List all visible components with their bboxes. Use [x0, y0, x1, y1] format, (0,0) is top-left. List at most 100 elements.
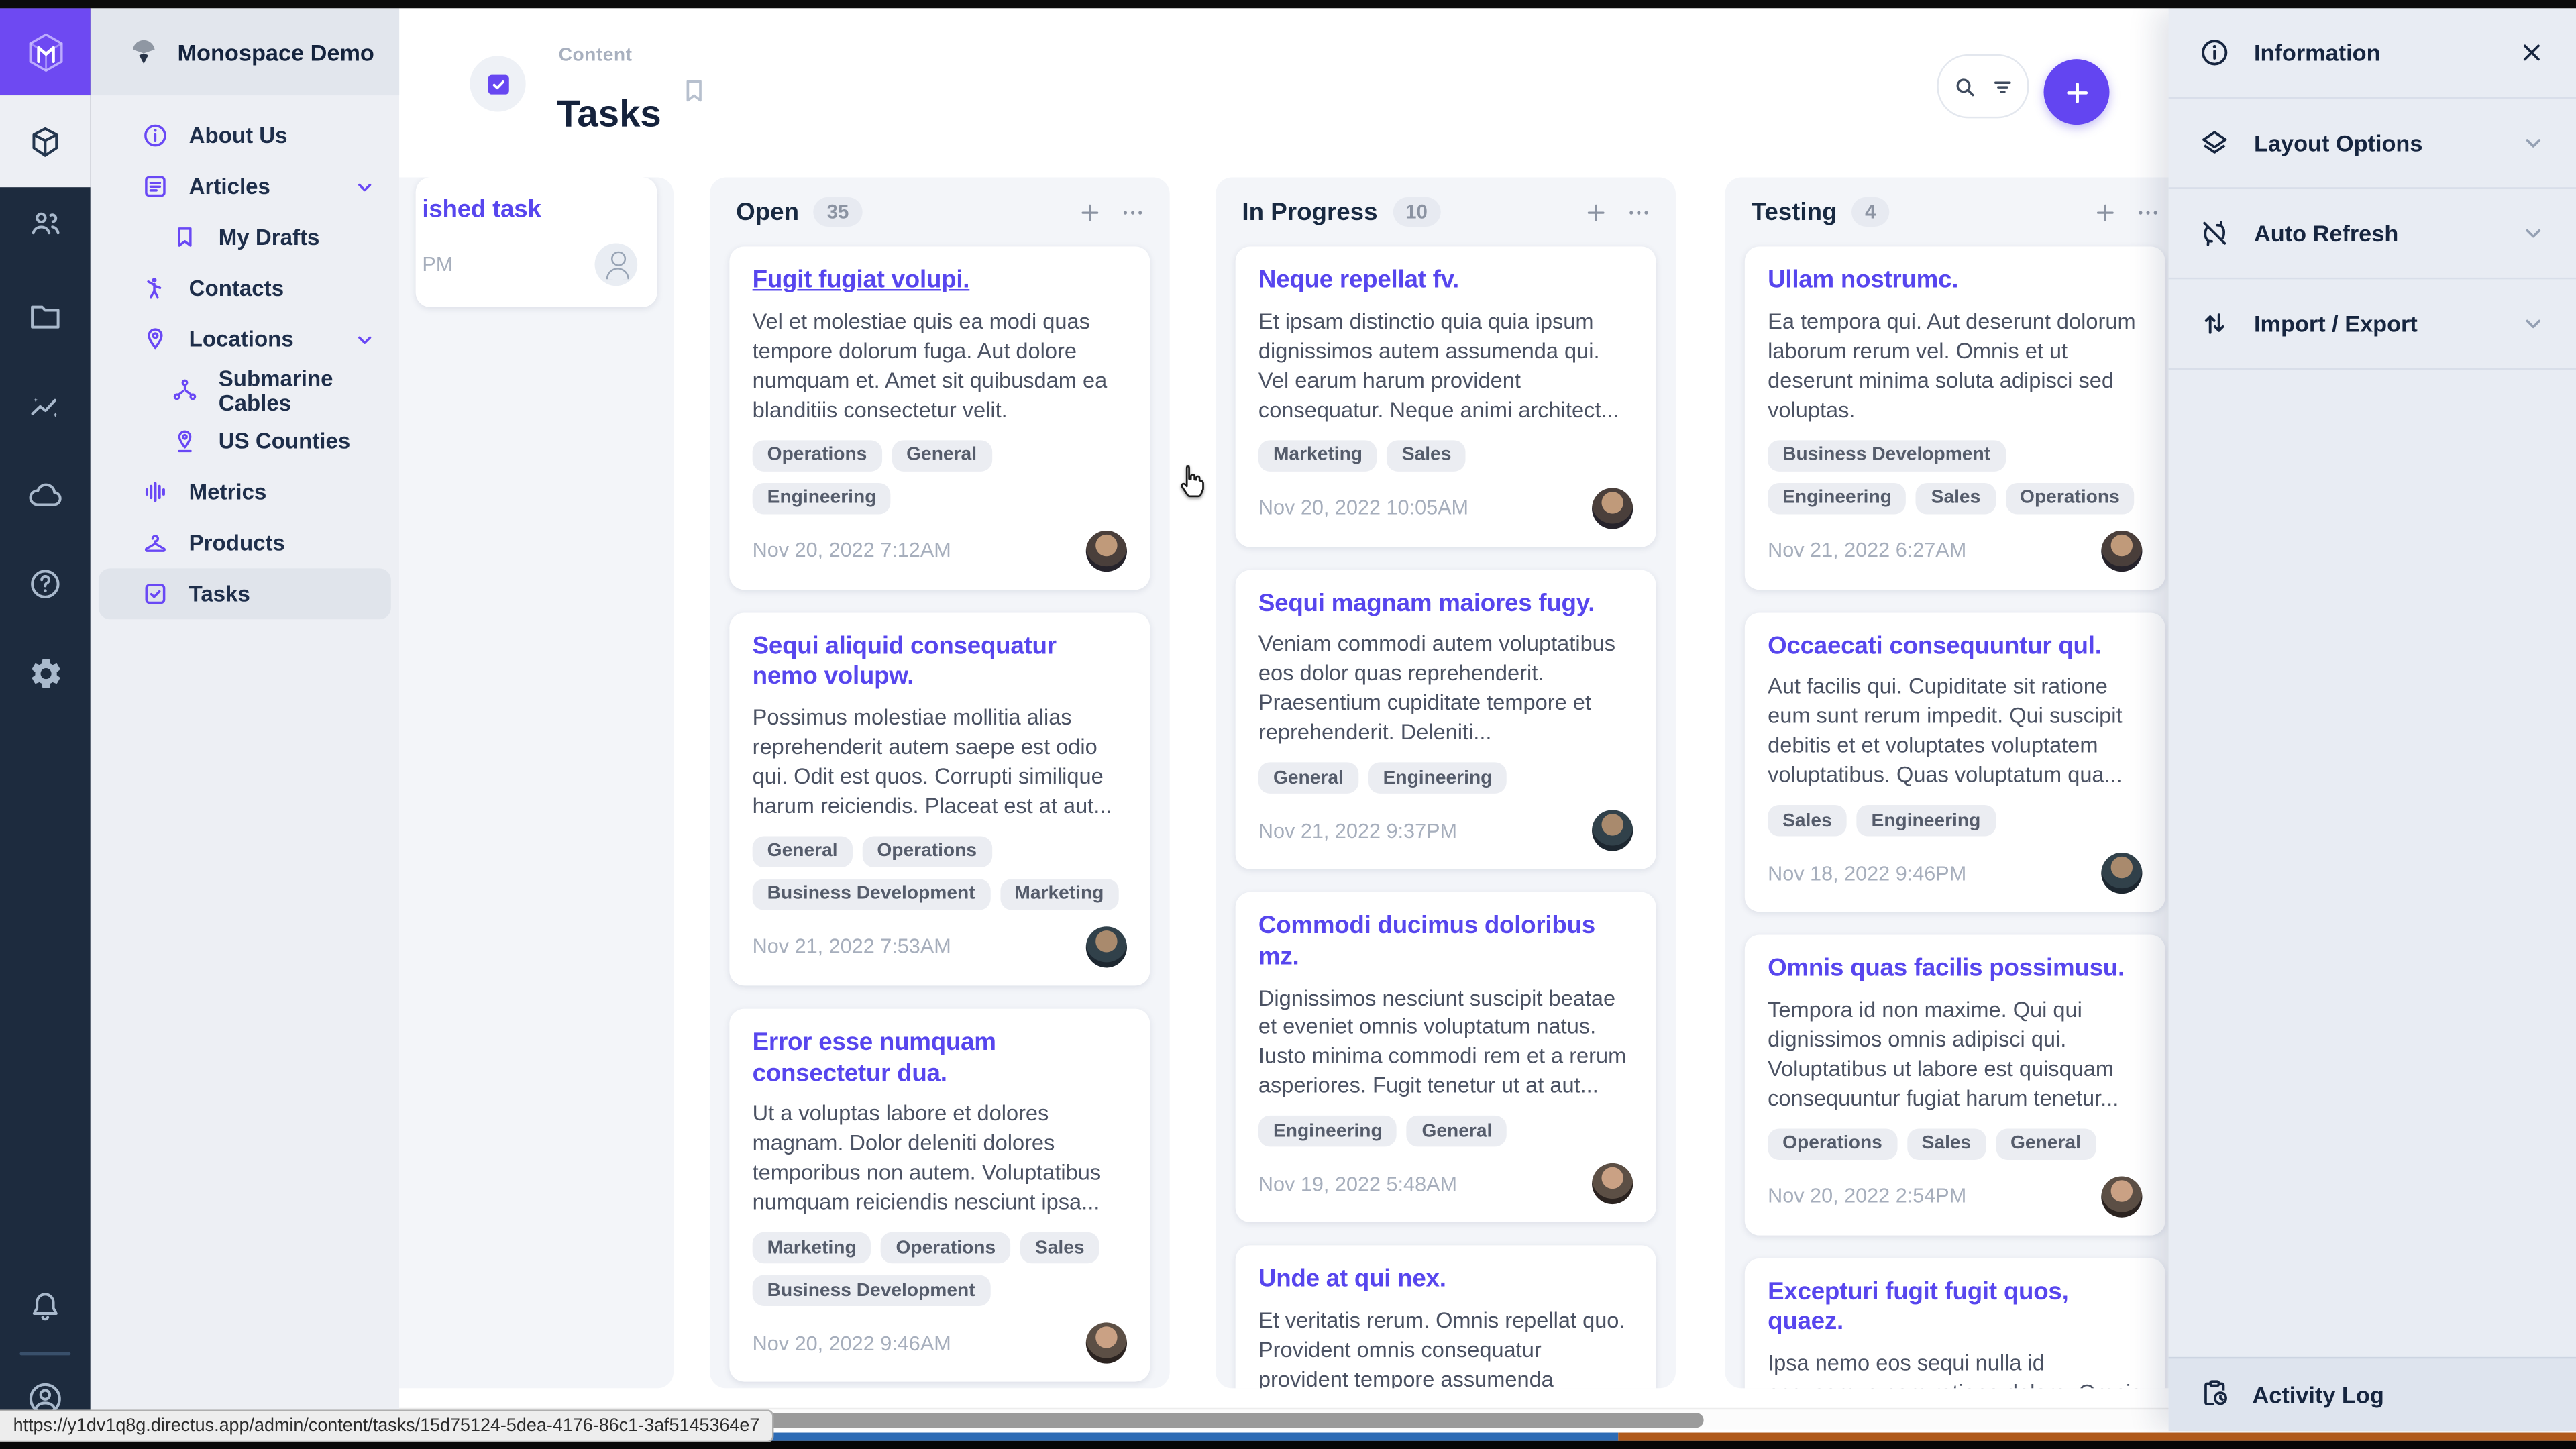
- chevron-down-icon[interactable]: [354, 176, 376, 204]
- task-card[interactable]: Neque repellat fv. Et ipsam distinctio q…: [1236, 246, 1656, 546]
- panel-section-auto-refresh[interactable]: Auto Refresh: [2169, 189, 2576, 280]
- filter-icon[interactable]: [1988, 73, 2015, 99]
- task-card[interactable]: Unde at qui nex. Et veritatis rerum. Omn…: [1236, 1246, 1656, 1388]
- assignee-avatar[interactable]: [2101, 530, 2142, 571]
- search-icon[interactable]: [1951, 73, 1977, 99]
- sidebar-item-contacts[interactable]: Contacts: [91, 263, 399, 314]
- add-card-button[interactable]: [2092, 198, 2120, 226]
- tag-pill: Sales: [1917, 482, 1996, 514]
- bookmark-page-icon[interactable]: [678, 76, 710, 115]
- progress-remaining: [1618, 1433, 2576, 1441]
- sidebar-item-my-drafts[interactable]: My Drafts: [91, 212, 399, 263]
- task-card[interactable]: Sequi magnam maiores fugy. Veniam commod…: [1236, 570, 1656, 869]
- assignee-avatar[interactable]: [2101, 1175, 2142, 1216]
- assignee-avatar[interactable]: [1086, 530, 1127, 571]
- module-insights[interactable]: [0, 378, 91, 433]
- project-name: Monospace Demo: [177, 39, 374, 65]
- sidebar-item-submarine-cables[interactable]: Submarine Cables: [91, 365, 399, 416]
- assignee-avatar[interactable]: [2101, 853, 2142, 894]
- task-card[interactable]: Sequi aliquid consequatur nemo volupw. P…: [729, 612, 1150, 985]
- task-card[interactable]: ished task PM: [416, 177, 657, 307]
- column-menu-button[interactable]: [1625, 198, 1653, 226]
- sidebar-item-locations[interactable]: Locations: [91, 314, 399, 365]
- task-title-link[interactable]: Ullam nostrumc.: [1768, 266, 2142, 297]
- task-description: Possimus molestiae mollitia alias repreh…: [753, 703, 1127, 821]
- task-title-link[interactable]: Sequi magnam maiores fugy.: [1258, 589, 1633, 620]
- task-title-link[interactable]: Sequi aliquid consequatur nemo volupw.: [753, 632, 1127, 694]
- project-header[interactable]: Monospace Demo: [91, 8, 399, 95]
- task-card[interactable]: Omnis quas facilis possimusu. Tempora id…: [1745, 934, 2165, 1234]
- breadcrumb[interactable]: Content: [559, 46, 633, 66]
- module-users[interactable]: [0, 195, 91, 251]
- task-card[interactable]: Excepturi fugit fugit quos, quaez. Ipsa …: [1745, 1258, 2165, 1389]
- sidebar-item-about-us[interactable]: About Us: [91, 110, 399, 161]
- add-card-button[interactable]: [1076, 198, 1104, 226]
- add-task-button[interactable]: [2044, 59, 2110, 125]
- assignee-avatar[interactable]: [1592, 810, 1633, 851]
- module-help[interactable]: [0, 555, 91, 611]
- task-title-link[interactable]: Error esse numquam consectetur dua.: [753, 1028, 1127, 1089]
- task-date: Nov 18, 2022 9:46PM: [1768, 861, 1966, 884]
- module-settings[interactable]: [0, 645, 91, 701]
- chevron-down-icon[interactable]: [2520, 311, 2546, 337]
- sidebar-item-products[interactable]: Products: [91, 517, 399, 568]
- task-title-link[interactable]: Excepturi fugit fugit quos, quaez.: [1768, 1277, 2142, 1339]
- close-icon: [2517, 38, 2546, 67]
- chevron-down-icon[interactable]: [354, 329, 376, 357]
- chevron-down-icon[interactable]: [2520, 220, 2546, 246]
- kanban-column: ished task PM: [399, 177, 674, 1388]
- task-title-link[interactable]: Fugit fugiat volupi.: [753, 266, 1127, 297]
- search-filter-pill[interactable]: [1937, 54, 2029, 119]
- hanger-icon: [142, 529, 170, 557]
- rail-divider: [19, 1352, 70, 1356]
- panel-section-import-export[interactable]: Import / Export: [2169, 279, 2576, 370]
- collection-icon-button[interactable]: [470, 56, 525, 111]
- tag-pill: General: [753, 836, 853, 867]
- task-card[interactable]: Fugit fugiat volupi. Vel et molestiae qu…: [729, 246, 1150, 589]
- task-card[interactable]: Occaecati consequuntur qul. Aut facilis …: [1745, 612, 2165, 912]
- task-title-link[interactable]: Omnis quas facilis possimusu.: [1768, 955, 2142, 985]
- task-card[interactable]: Error esse numquam consectetur dua. Ut a…: [729, 1008, 1150, 1382]
- task-title-link[interactable]: Occaecati consequuntur qul.: [1768, 632, 2142, 663]
- panel-section-layout-options[interactable]: Layout Options: [2169, 99, 2576, 189]
- chevron-down-icon[interactable]: [2520, 129, 2546, 156]
- activity-log-button[interactable]: Activity Log: [2169, 1357, 2576, 1431]
- task-title-link[interactable]: Neque repellat fv.: [1258, 266, 1633, 297]
- task-title-link[interactable]: Unde at qui nex.: [1258, 1265, 1633, 1296]
- page-title: Tasks: [557, 93, 661, 137]
- sidebar-item-tasks[interactable]: Tasks: [99, 568, 391, 619]
- task-footer: Nov 21, 2022 6:27AM: [1768, 530, 2142, 571]
- task-card[interactable]: Commodi ducimus doloribus mz. Dignissimo…: [1236, 892, 1656, 1223]
- module-content-active[interactable]: [0, 95, 91, 187]
- sidebar-item-us-counties[interactable]: US Counties: [91, 416, 399, 467]
- add-card-button[interactable]: [1582, 198, 1610, 226]
- column-title: Open: [736, 198, 799, 226]
- tag-pill: Business Development: [753, 879, 990, 910]
- panel-section-label: Layout Options: [2254, 129, 2422, 156]
- notifications-bell[interactable]: [0, 1278, 91, 1334]
- column-menu-button[interactable]: [2134, 198, 2162, 226]
- task-footer: Nov 21, 2022 9:37PM: [1258, 810, 1633, 851]
- module-files[interactable]: [0, 288, 91, 343]
- assignee-avatar[interactable]: [1086, 1322, 1127, 1363]
- tag-pill: Operations: [753, 439, 882, 471]
- task-tags: SalesEngineering: [1768, 805, 2142, 837]
- column-header: Testing 4: [1725, 177, 2168, 246]
- assignee-avatar[interactable]: [1592, 1163, 1633, 1204]
- module-cloud[interactable]: [0, 467, 91, 523]
- task-title-link[interactable]: Commodi ducimus doloribus mz.: [1258, 912, 1633, 973]
- assignee-avatar[interactable]: [1086, 926, 1127, 967]
- assignee-avatar[interactable]: [595, 243, 638, 286]
- task-card[interactable]: Ullam nostrumc. Ea tempora qui. Aut dese…: [1745, 246, 2165, 589]
- sidebar-item-metrics[interactable]: Metrics: [91, 467, 399, 518]
- sidebar-item-articles[interactable]: Articles: [91, 161, 399, 212]
- column-menu-button[interactable]: [1119, 198, 1147, 226]
- task-title-link[interactable]: ished task: [422, 195, 637, 226]
- close-panel-button[interactable]: [2517, 38, 2546, 67]
- panel-section-information[interactable]: Information: [2169, 8, 2576, 99]
- directus-logo[interactable]: [0, 8, 91, 95]
- task-description: Aut facilis qui. Cupiditate sit ratione …: [1768, 672, 2142, 790]
- users-icon: [26, 205, 64, 242]
- sidebar-item-label: Tasks: [189, 582, 250, 606]
- assignee-avatar[interactable]: [1592, 487, 1633, 528]
